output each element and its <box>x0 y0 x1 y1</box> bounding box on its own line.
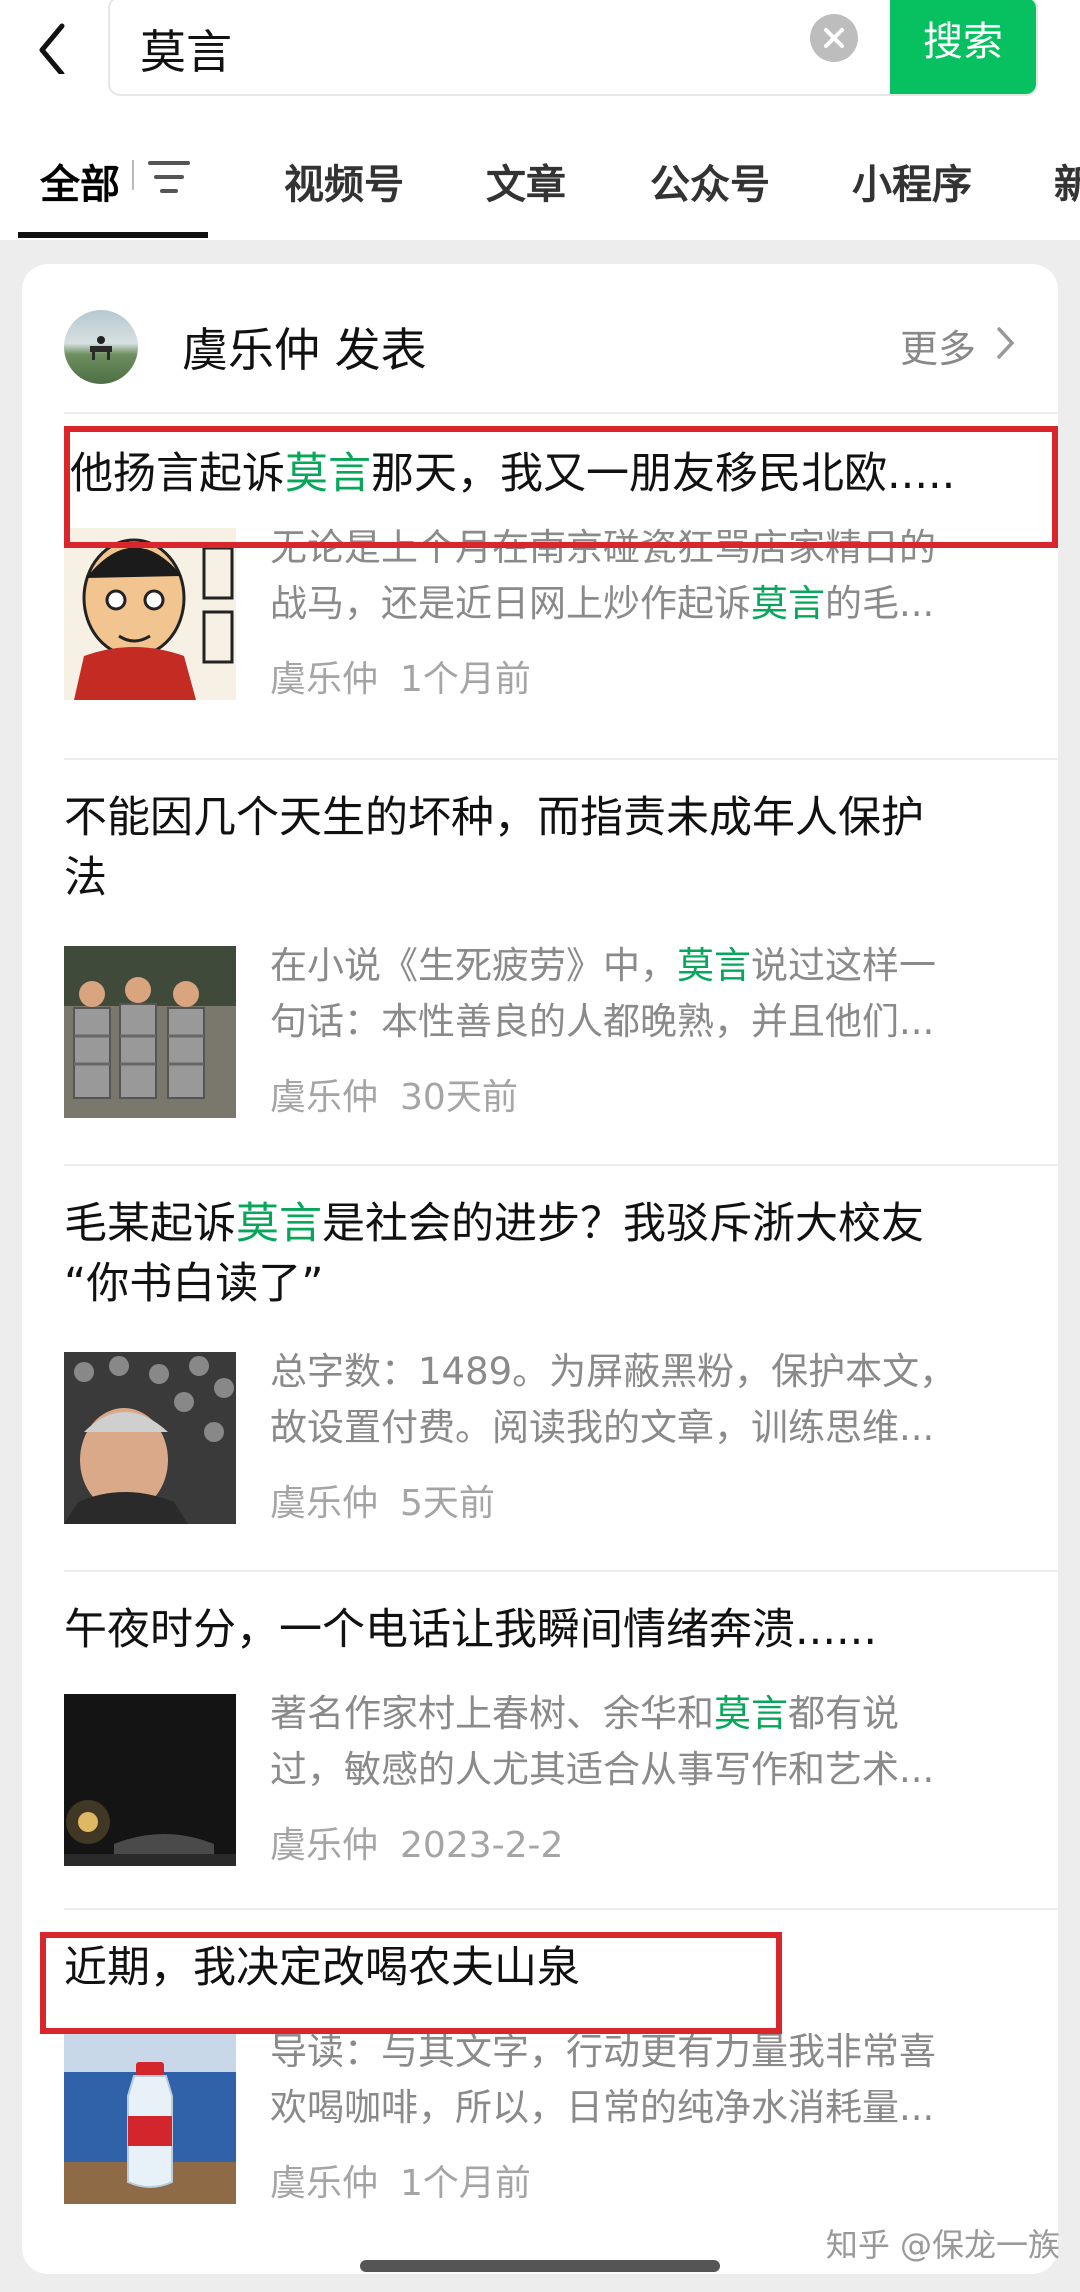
result-time: 5天前 <box>400 1483 495 1524</box>
search-button[interactable]: 搜索 <box>890 0 1036 94</box>
result-thumbnail <box>64 1694 236 1866</box>
result-meta: 虞乐仲 5天前 <box>270 1474 495 1526</box>
result-meta: 虞乐仲 1个月前 <box>270 2154 531 2206</box>
home-indicator[interactable] <box>360 2260 720 2272</box>
result-title[interactable]: 毛某起诉莫言是社会的进步？我驳斥浙大校友 “你书白读了” <box>64 1194 1034 1314</box>
list-item[interactable]: 不能因几个天生的坏种，而指责未成年人保护法 在小说《生死疲劳》中，莫言说过这样一… <box>64 788 1034 1158</box>
tab-divider <box>132 160 134 190</box>
result-source: 虞乐仲 <box>270 1825 379 1866</box>
result-time: 2023-2-2 <box>400 1825 564 1866</box>
tab-mini-programs[interactable]: 小程序 <box>852 152 972 210</box>
divider <box>64 1570 1058 1572</box>
result-title[interactable]: 不能因几个天生的坏种，而指责未成年人保护法 <box>64 788 1034 908</box>
tab-more[interactable]: 新 <box>1054 152 1080 210</box>
result-description: 著名作家村上春树、余华和莫言都有说 过，敏感的人尤其适合从事写作和艺术... <box>270 1692 935 1791</box>
result-thumbnail <box>64 528 236 700</box>
result-source: 虞乐仲 <box>270 659 379 700</box>
list-item[interactable]: 午夜时分，一个电话让我瞬间情绪奔溃...... 著名作家村上春树、余华和莫言都有… <box>64 1600 1034 1920</box>
result-title[interactable]: 午夜时分，一个电话让我瞬间情绪奔溃...... <box>64 1600 1034 1660</box>
result-description: 在小说《生死疲劳》中，莫言说过这样一 句话：本性善良的人都晚熟，并且他们... <box>270 944 936 1043</box>
result-time: 1个月前 <box>400 2163 531 2204</box>
result-source: 虞乐仲 <box>270 1483 379 1524</box>
search-box[interactable]: 莫言 搜索 <box>108 0 1038 96</box>
account-header[interactable]: 虞乐仲 发表 更多 <box>64 306 1024 386</box>
filter-icon[interactable] <box>148 160 192 198</box>
divider <box>64 758 1058 760</box>
back-arrow-icon[interactable] <box>32 14 74 77</box>
result-thumbnail <box>64 2032 236 2204</box>
list-item[interactable]: 毛某起诉莫言是社会的进步？我驳斥浙大校友 “你书白读了” 总字数：1489。为屏蔽… <box>64 1194 1034 1564</box>
tab-all[interactable]: 全部 <box>40 152 120 210</box>
more-link[interactable]: 更多 <box>900 318 976 373</box>
result-thumbnail <box>64 1352 236 1524</box>
tab-bar: 全部 视频号 文章 公众号 小程序 新 <box>0 130 1080 240</box>
result-time: 30天前 <box>400 1077 518 1118</box>
chevron-right-icon[interactable] <box>996 326 1016 364</box>
result-meta: 虞乐仲 1个月前 <box>270 650 531 702</box>
search-input[interactable]: 莫言 <box>140 16 232 82</box>
annotation-box <box>64 426 1058 548</box>
result-source: 虞乐仲 <box>270 1077 379 1118</box>
result-description: 总字数：1489。为屏蔽黑粉，保护本文， 故设置付费。阅读我的文章，训练思维..… <box>270 1350 957 1449</box>
top-bar: 莫言 搜索 全部 视频号 文章 公众号 小程序 新 <box>0 0 1080 240</box>
account-name: 虞乐仲 发表 <box>182 323 427 377</box>
clear-icon[interactable] <box>810 14 858 62</box>
divider <box>64 1908 1058 1910</box>
result-meta: 虞乐仲 2023-2-2 <box>270 1816 563 1868</box>
result-meta: 虞乐仲 30天前 <box>270 1068 518 1120</box>
watermark: 知乎 @保龙一族 <box>825 2226 1060 2264</box>
result-thumbnail <box>64 946 236 1118</box>
avatar[interactable] <box>64 310 138 384</box>
divider <box>64 412 1058 414</box>
result-source: 虞乐仲 <box>270 2163 379 2204</box>
result-time: 1个月前 <box>400 659 531 700</box>
tab-official-accounts[interactable]: 公众号 <box>650 152 770 210</box>
tab-channels[interactable]: 视频号 <box>284 152 404 210</box>
annotation-box <box>40 1932 782 2034</box>
tab-articles[interactable]: 文章 <box>486 152 566 210</box>
tab-active-indicator <box>18 232 208 238</box>
divider <box>64 1164 1058 1166</box>
result-description: 导读：与其文字，行动更有力量我非常喜 欢喝咖啡，所以，日常的纯净水消耗量... <box>270 2030 936 2129</box>
